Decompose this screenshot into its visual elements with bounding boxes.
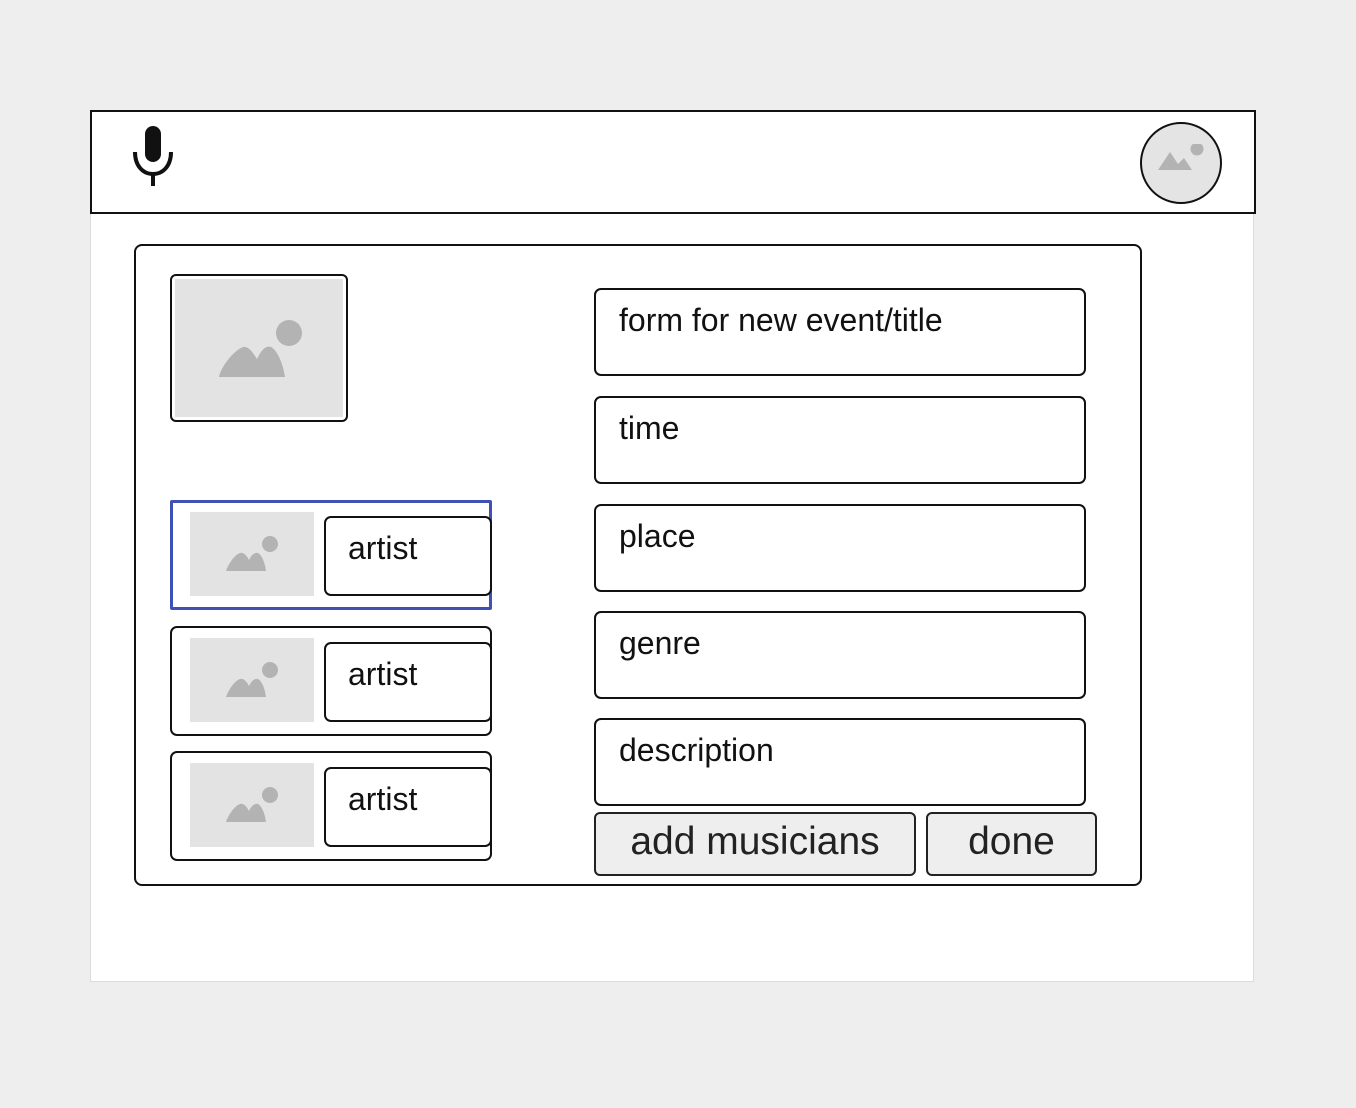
artist-label: artist [348,781,418,817]
artist-item[interactable]: artist [170,626,492,736]
title-field-label: form for new event/title [619,302,943,338]
artist-label: artist [348,656,418,692]
artist-label-box[interactable]: artist [324,516,492,596]
genre-field[interactable]: genre [594,611,1086,699]
add-musicians-button[interactable]: add musicians [594,812,916,876]
artist-item[interactable]: artist [170,500,492,610]
event-image[interactable] [170,274,348,422]
artist-label-box[interactable]: artist [324,642,492,722]
top-bar [90,110,1256,214]
image-placeholder-icon [226,662,278,697]
description-field[interactable]: description [594,718,1086,806]
time-field-label: time [619,410,680,446]
done-button[interactable]: done [926,812,1097,876]
title-field[interactable]: form for new event/title [594,288,1086,376]
time-field[interactable]: time [594,396,1086,484]
artist-thumbnail [190,638,314,722]
place-field[interactable]: place [594,504,1086,592]
artist-thumbnail [190,763,314,847]
place-field-label: place [619,518,696,554]
microphone-icon[interactable] [130,124,180,188]
image-placeholder-icon [219,320,302,377]
artist-label: artist [348,530,418,566]
artist-item[interactable]: artist [170,751,492,861]
image-placeholder-icon [226,536,278,571]
image-placeholder-icon [1158,144,1204,170]
artist-thumbnail [190,512,314,596]
description-field-label: description [619,732,774,768]
image-placeholder-icon [226,787,278,822]
avatar[interactable] [1140,122,1222,204]
genre-field-label: genre [619,625,701,661]
artist-label-box[interactable]: artist [324,767,492,847]
new-event-form: artist artist artist form for new event/… [134,244,1142,886]
